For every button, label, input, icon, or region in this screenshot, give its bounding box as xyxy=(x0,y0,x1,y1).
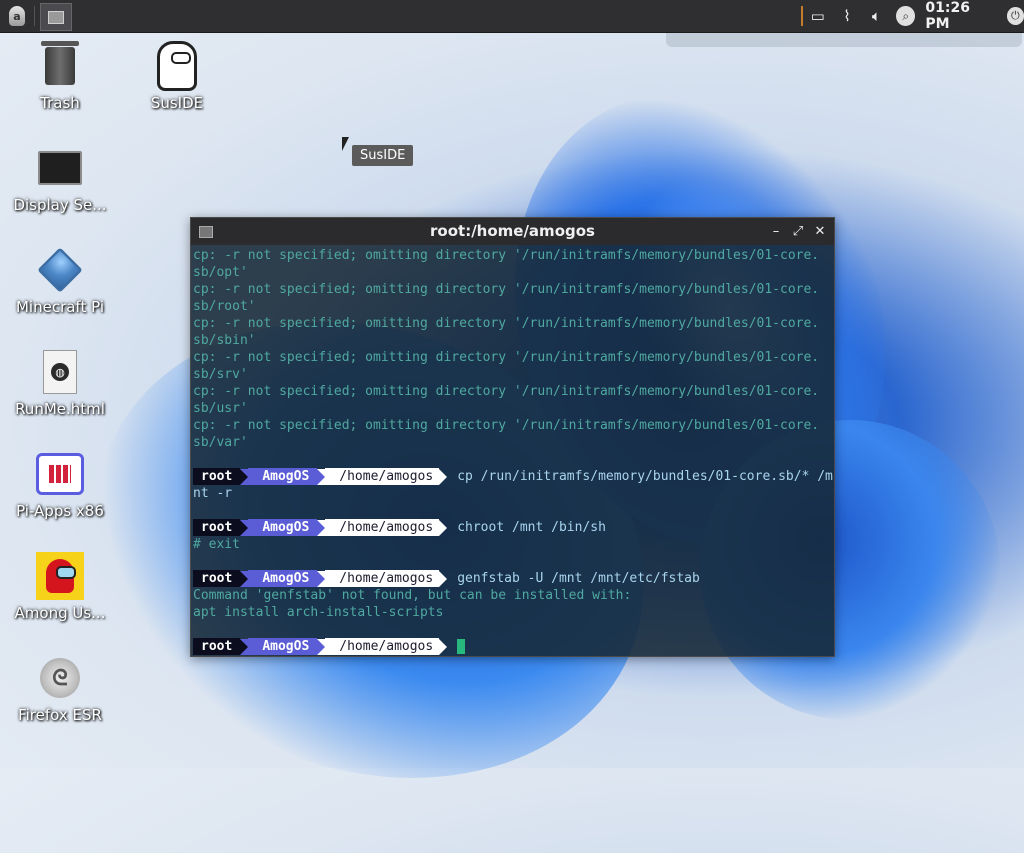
desktop-icon-label: Pi-Apps x86 xyxy=(16,502,104,520)
desktop-icon-among-us[interactable]: Among Us... xyxy=(0,552,120,622)
command-text: cp /run/initramfs/memory/bundles/01-core… xyxy=(457,469,833,484)
desktop-icon-firefox-esr[interactable]: ᘓ Firefox ESR xyxy=(0,654,120,724)
output-line: sb/sbin' xyxy=(193,333,256,348)
power-icon[interactable]: ⏻ xyxy=(1006,7,1024,25)
minimize-button[interactable]: – xyxy=(768,221,784,241)
output-line: sb/var' xyxy=(193,435,248,450)
desktop-icon-pi-apps[interactable]: Pi-Apps x86 xyxy=(0,450,120,520)
trash-icon xyxy=(41,41,79,85)
prompt-user: root xyxy=(193,519,241,536)
desktop-icon-label: Minecraft Pi xyxy=(15,298,104,316)
desktop-icon-runme-html[interactable]: ◍ RunMe.html xyxy=(0,348,120,418)
globe-icon: ◍ xyxy=(51,363,69,381)
app-menu-icon: a xyxy=(9,6,25,26)
prompt-os: AmogOS xyxy=(248,519,318,536)
window-title: root:/home/amogos xyxy=(430,222,595,240)
desktop-icon-label: Trash xyxy=(40,94,80,112)
prompt-user: root xyxy=(193,570,241,587)
close-button[interactable]: ✕ xyxy=(812,221,828,241)
command-wrap: nt -r xyxy=(193,486,233,501)
display-icon[interactable]: ▭ xyxy=(808,6,827,26)
among-us-crewmate-icon xyxy=(36,552,84,600)
monitor-icon xyxy=(38,151,82,185)
command-text: chroot /mnt /bin/sh xyxy=(457,520,606,535)
maximize-button[interactable]: ⤢ xyxy=(790,221,806,241)
html-file-icon: ◍ xyxy=(43,350,77,394)
clock[interactable]: 01:26 PM xyxy=(925,0,996,32)
desktop-icon-label: Among Us... xyxy=(14,604,106,622)
output-line: cp: -r not specified; omitting directory… xyxy=(193,282,820,297)
output-line: # exit xyxy=(193,537,240,552)
terminal-window[interactable]: root:/home/amogos – ⤢ ✕ cp: -r not speci… xyxy=(190,217,835,657)
shell-prompt: root AmogOS/home/amogos cp /run/initramfs/… xyxy=(193,468,834,485)
shell-prompt: root AmogOS/home/amogos chroot /mnt /bin/s… xyxy=(193,519,834,536)
terminal-window-icon xyxy=(48,10,64,24)
minecraft-block-icon xyxy=(37,247,83,293)
output-line: sb/opt' xyxy=(193,265,248,280)
top-panel: a ▭ ⌇ 🔈︎ ⌕ 01:26 PM ⏻ xyxy=(0,0,1024,33)
firefox-icon: ᘓ xyxy=(40,658,80,698)
prompt-os: AmogOS xyxy=(248,468,318,485)
output-line: cp: -r not specified; omitting directory… xyxy=(193,418,820,433)
command-text: genfstab -U /mnt /mnt/etc/fstab xyxy=(457,571,700,586)
output-line: cp: -r not specified; omitting directory… xyxy=(193,316,820,331)
prompt-path: /home/amogos xyxy=(325,519,440,536)
output-line: cp: -r not specified; omitting directory… xyxy=(193,350,820,365)
desktop-icon-trash[interactable]: Trash xyxy=(0,41,120,112)
output-line: sb/root' xyxy=(193,299,256,314)
output-line: sb/srv' xyxy=(193,367,248,382)
prompt-path: /home/amogos xyxy=(325,468,440,485)
mouse-pointer-icon xyxy=(342,137,349,151)
prompt-user: root xyxy=(193,468,241,485)
prompt-path: /home/amogos xyxy=(325,570,440,587)
shell-prompt: root AmogOS/home/amogos genfstab -U /mnt /… xyxy=(193,570,834,587)
prompt-path: /home/amogos xyxy=(325,638,440,655)
window-titlebar[interactable]: root:/home/amogos – ⤢ ✕ xyxy=(191,218,834,245)
output-line: sb/usr' xyxy=(193,401,248,416)
shell-prompt-active[interactable]: root AmogOS/home/amogos xyxy=(193,638,834,655)
crewmate-ghost-icon xyxy=(157,41,197,91)
prompt-os: AmogOS xyxy=(248,638,318,655)
system-tray: ▭ ⌇ 🔈︎ ⌕ 01:26 PM ⏻ xyxy=(808,0,1024,32)
output-line: apt install arch-install-scripts xyxy=(193,605,444,620)
desktop-icon-label: RunMe.html xyxy=(15,400,105,418)
dock-shadow xyxy=(666,33,1022,47)
tray-separator xyxy=(801,6,803,26)
search-icon[interactable]: ⌕ xyxy=(896,6,916,26)
prompt-user: root xyxy=(193,638,241,655)
desktop-icon-display-settings[interactable]: Display Se... xyxy=(0,144,120,214)
panel-separator xyxy=(34,6,35,26)
prompt-os: AmogOS xyxy=(248,570,318,587)
paperclip-icon[interactable]: ⌇ xyxy=(837,6,856,26)
desktop-icon-label: SusIDE xyxy=(150,94,204,112)
shopping-bag-icon xyxy=(36,453,84,495)
desktop-icon-minecraft-pi[interactable]: Minecraft Pi xyxy=(0,246,120,316)
tooltip: SusIDE xyxy=(352,145,414,166)
volume-icon[interactable]: 🔈︎ xyxy=(867,6,886,26)
desktop-icon-label: Firefox ESR xyxy=(18,706,102,724)
text-cursor xyxy=(457,639,466,654)
output-line: cp: -r not specified; omitting directory… xyxy=(193,248,820,263)
desktop-icon-label: Display Se... xyxy=(13,196,107,214)
taskbar-terminal-button[interactable] xyxy=(40,3,72,31)
desktop-icon-suside[interactable]: SusIDE xyxy=(117,41,237,112)
output-line: Command 'genfstab' not found, but can be… xyxy=(193,588,632,603)
output-line: cp: -r not specified; omitting directory… xyxy=(193,384,820,399)
app-menu-button[interactable]: a xyxy=(6,4,28,28)
terminal-output[interactable]: cp: -r not specified; omitting directory… xyxy=(191,245,834,655)
